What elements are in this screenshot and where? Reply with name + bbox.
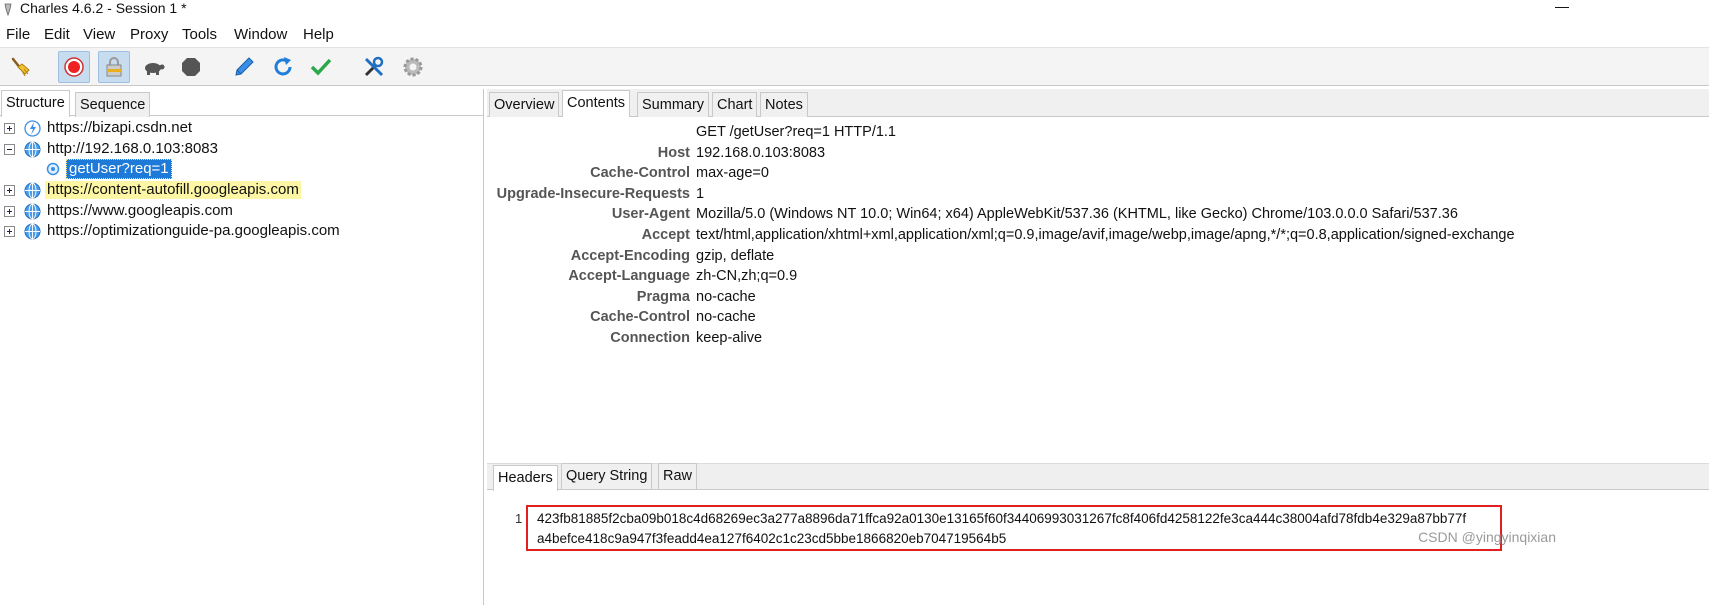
line-number: 1 [515,511,523,526]
header-name: Accept [641,227,690,243]
response-body-viewer[interactable]: 1 423fb81885f2cba09b018c4d68269ec3a277a8… [487,491,1709,605]
subtab-raw[interactable]: Raw [658,463,698,489]
tree-node-request[interactable]: getUser?req=1 [44,159,172,179]
menu-tools[interactable]: Tools [182,26,217,43]
subtab-headers[interactable]: Headers [493,465,558,491]
tree-node-label: https://bizapi.csdn.net [47,119,193,136]
lightning-globe-icon [23,119,41,137]
tree-node-host[interactable]: https://www.googleapis.com [4,201,235,221]
tab-summary[interactable]: Summary [637,92,710,117]
header-value: Mozilla/5.0 (Windows NT 10.0; Win64; x64… [696,206,1458,222]
body-line: a4befce418c9a947f3feadd4ea127f6402c1c23c… [537,531,1007,546]
globe-icon [23,202,41,220]
header-name: Cache-Control [590,309,690,325]
tree-node-label: https://content-autofill.googleapis.com [45,181,301,199]
settings-button[interactable] [397,51,429,83]
tree-node-host[interactable]: https://optimizationguide-pa.googleapis.… [4,221,342,241]
subtab-query-string[interactable]: Query String [561,463,653,489]
tree-node-label: getUser?req=1 [66,159,172,179]
throttle-turtle-icon [145,63,165,75]
validate-check-icon [310,58,332,76]
breakpoint-stop-icon [182,58,200,76]
tree-node-host[interactable]: http://192.168.0.103:8083 [4,139,220,159]
tools-icon [364,56,384,77]
collapse-icon[interactable] [4,143,15,155]
request-headers-table: GET /getUser?req=1 HTTP/1.1 Host 192.168… [487,119,1709,461]
header-name: Connection [610,330,690,346]
broom-icon [11,57,30,77]
charles-app-icon [4,3,12,16]
menu-bar: File Edit View Proxy Tools Window Help [0,23,1709,47]
header-name: Upgrade-Insecure-Requests [496,186,690,202]
validate-button[interactable] [305,51,337,83]
header-name: Accept-Encoding [570,248,690,264]
compose-pen-icon [235,57,254,76]
compose-button[interactable] [228,51,260,83]
subtab-divider [487,489,1709,490]
header-name: Cache-Control [590,165,690,181]
tab-structure[interactable]: Structure [1,90,70,117]
repeat-refresh-icon [274,57,292,76]
header-value: 1 [696,186,705,202]
ssl-lock-icon [106,57,122,77]
menu-edit[interactable]: Edit [44,26,70,43]
menu-window[interactable]: Window [234,26,287,43]
header-value: no-cache [696,289,756,305]
request-line: GET /getUser?req=1 HTTP/1.1 [696,124,896,140]
window-title: Charles 4.6.2 - Session 1 * [20,0,187,16]
tab-chart[interactable]: Chart [712,92,758,117]
minimize-button[interactable]: — [1555,0,1569,13]
tree-node-host[interactable]: https://bizapi.csdn.net [4,118,194,138]
throttle-button[interactable] [137,51,169,83]
menu-file[interactable]: File [6,26,30,43]
clear-session-button[interactable] [4,51,36,83]
header-name: Host [657,145,690,161]
tab-sequence[interactable]: Sequence [75,92,151,117]
tree-node-label: http://192.168.0.103:8083 [47,140,218,157]
request-icon [44,160,62,178]
expand-icon[interactable] [4,225,15,237]
header-value: no-cache [696,309,756,325]
tab-contents[interactable]: Contents [562,90,631,117]
tab-divider [0,115,484,116]
record-icon [64,57,84,77]
header-value: keep-alive [696,330,763,346]
expand-icon[interactable] [4,122,15,134]
globe-icon [23,181,41,199]
globe-icon [23,140,41,158]
tree-node-label: https://www.googleapis.com [47,202,233,219]
header-name: User-Agent [611,206,690,222]
menu-view[interactable]: View [83,26,115,43]
tools-button[interactable] [358,51,390,83]
expand-icon[interactable] [4,184,15,196]
header-name: Pragma [636,289,690,305]
watermark: CSDN @yingyinqixian [1418,529,1556,545]
structure-panel: Structure Sequence https://bizapi.csdn.n… [0,89,484,605]
breakpoints-button[interactable] [175,51,207,83]
ssl-proxying-button[interactable] [98,51,130,83]
header-value: gzip, deflate [696,248,775,264]
tab-overview[interactable]: Overview [489,92,560,117]
detail-panel: Overview Contents Summary Chart Notes GE… [487,89,1709,605]
record-button[interactable] [58,51,90,83]
header-value: max-age=0 [696,165,769,181]
header-name: Accept-Language [568,268,690,284]
header-value: zh-CN,zh;q=0.9 [696,268,798,284]
tab-notes[interactable]: Notes [760,92,808,117]
header-value: 192.168.0.103:8083 [696,145,826,161]
menu-proxy[interactable]: Proxy [130,26,168,43]
tree-node-host[interactable]: https://content-autofill.googleapis.com [4,180,301,200]
toolbar [0,47,1709,86]
settings-gear-icon [403,57,423,77]
expand-icon[interactable] [4,205,15,217]
body-line: 423fb81885f2cba09b018c4d68269ec3a277a889… [537,511,1467,526]
tree-node-label: https://optimizationguide-pa.googleapis.… [47,222,340,239]
header-value: text/html,application/xhtml+xml,applicat… [696,227,1515,243]
menu-help[interactable]: Help [303,26,334,43]
title-bar: Charles 4.6.2 - Session 1 * — [0,0,1709,20]
repeat-button[interactable] [267,51,299,83]
globe-icon [23,222,41,240]
